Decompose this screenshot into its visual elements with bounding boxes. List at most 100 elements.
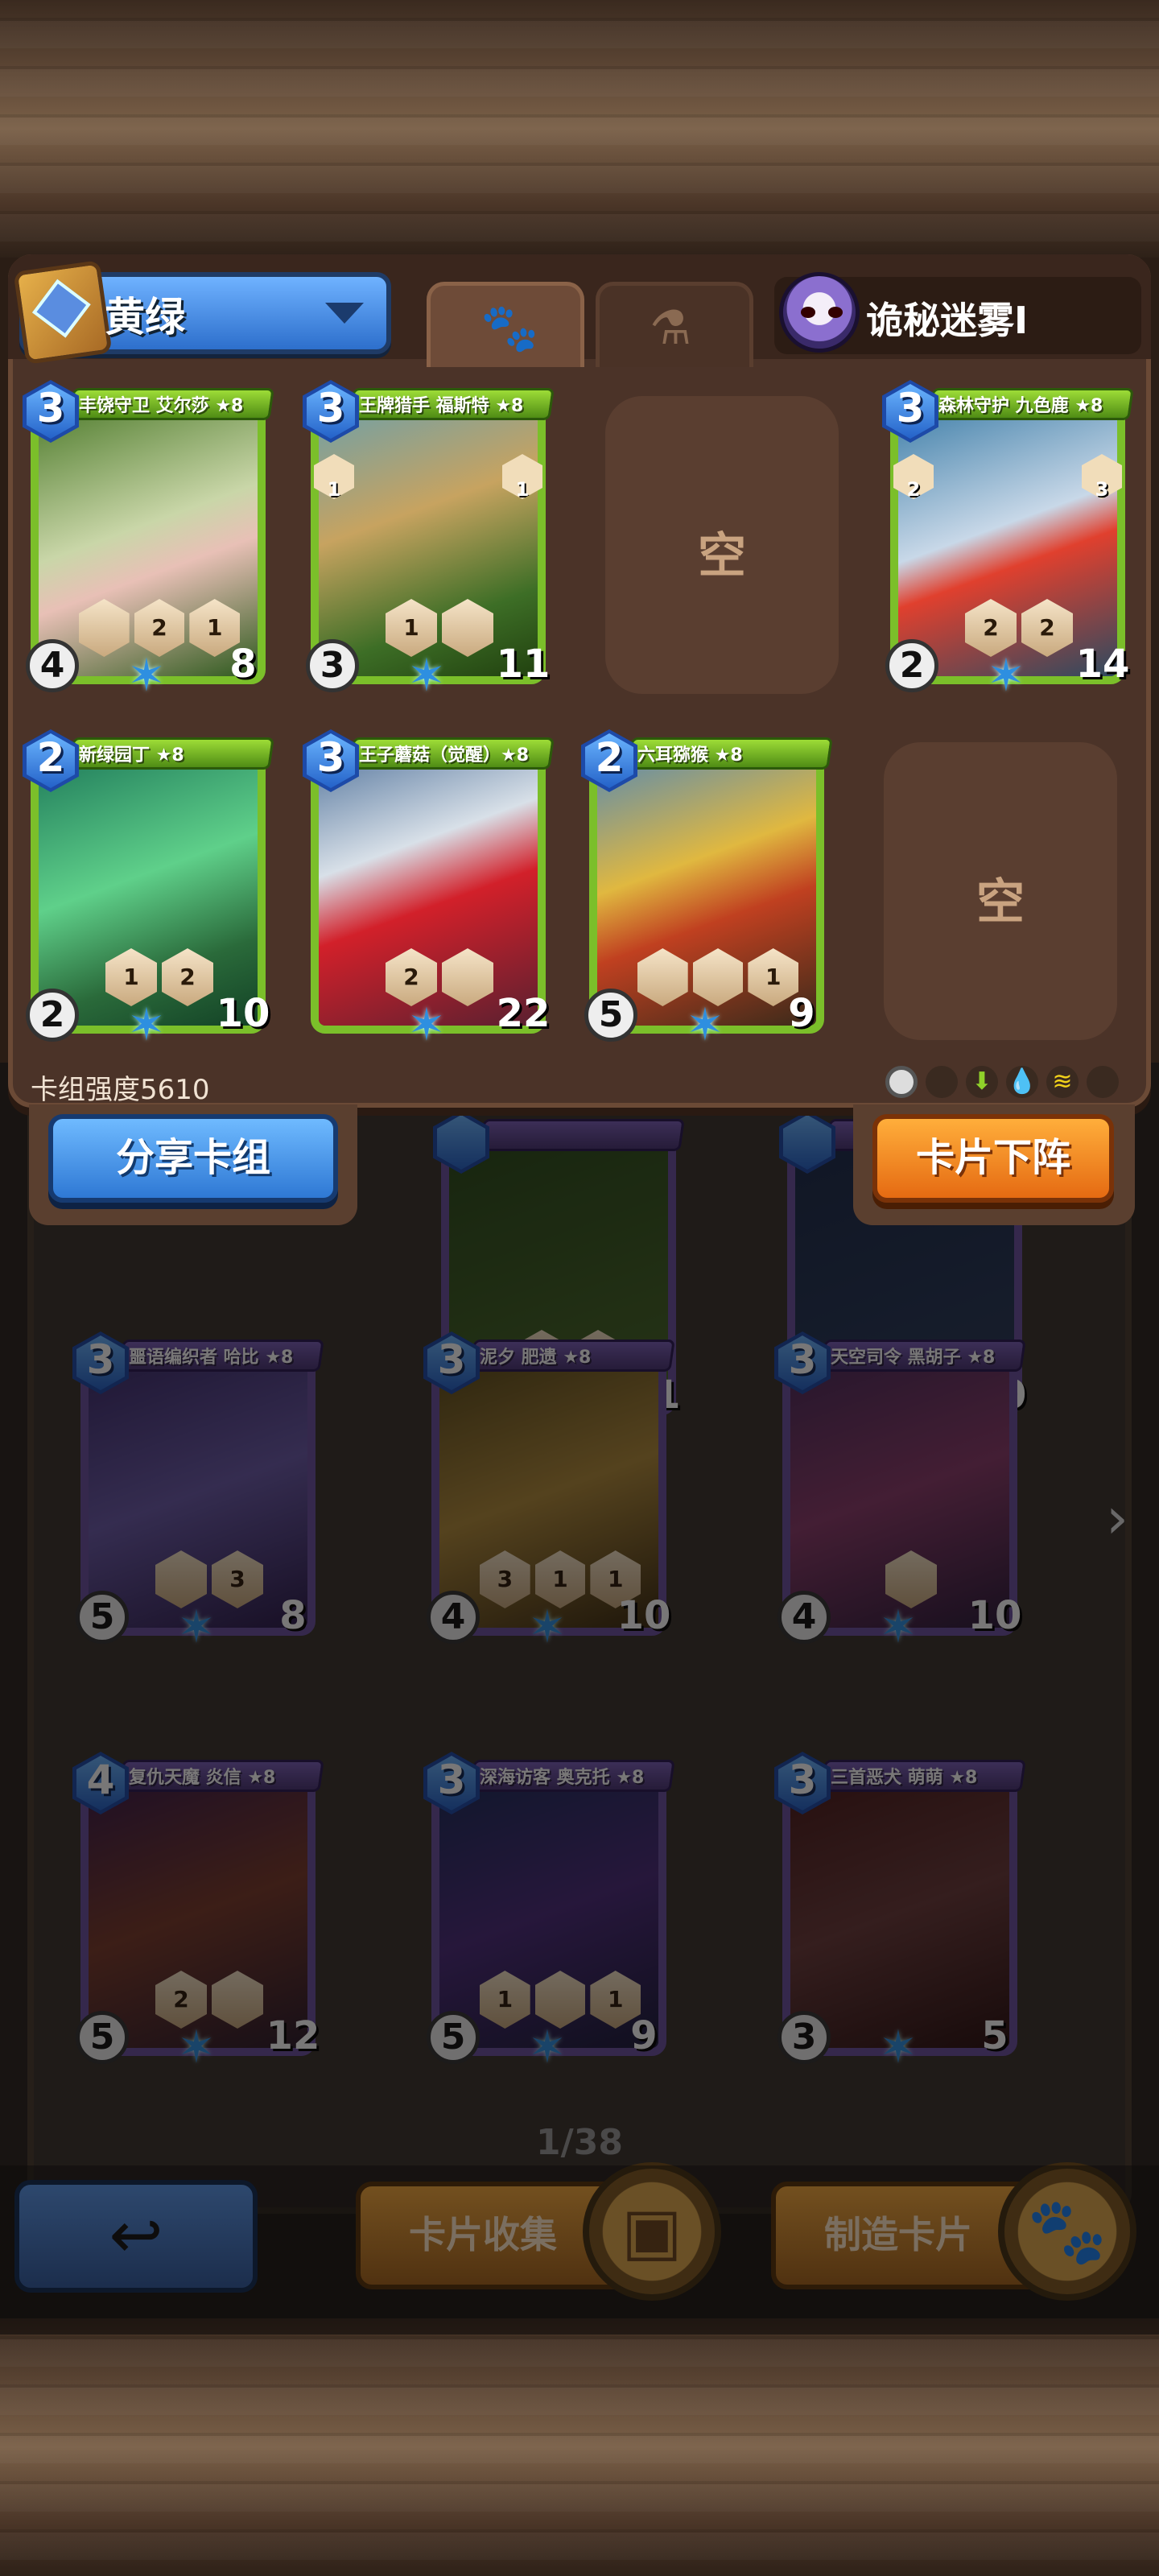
deck-strength: 卡组强度5610 bbox=[31, 1074, 210, 1106]
skill-icon bbox=[442, 948, 493, 1006]
skill-icon: 1 bbox=[386, 599, 437, 657]
card-attack: 5 bbox=[584, 989, 637, 1042]
card-cost: 3 bbox=[316, 734, 345, 781]
skill-icon bbox=[79, 599, 130, 657]
skill-icon: 1 bbox=[105, 948, 157, 1006]
skill-icon bbox=[534, 1971, 586, 2029]
card-title: 森林守护 九色鹿 ★8 bbox=[938, 396, 1103, 416]
star-badge-icon: ✶ bbox=[407, 650, 446, 702]
card-health: 9 bbox=[615, 2011, 673, 2064]
empty-slot-label: 空 bbox=[698, 528, 746, 584]
skill-icon bbox=[692, 948, 744, 1006]
next-page-arrow-icon[interactable]: › bbox=[1106, 1486, 1138, 1550]
skill-icon bbox=[885, 1550, 937, 1608]
skill-icon: 3 bbox=[212, 1550, 263, 1608]
card-health-value: 14 bbox=[1075, 642, 1130, 687]
skill-icon bbox=[442, 599, 493, 657]
card-cost: 3 bbox=[896, 385, 925, 431]
card-cost: 3 bbox=[788, 1336, 817, 1383]
card-attack: 2 bbox=[26, 989, 79, 1042]
card-health: 9 bbox=[773, 989, 831, 1042]
card-cost: 2 bbox=[36, 734, 65, 781]
card[interactable]: 深海访客 奥克托 ★8 3 1 1 5 9 ✶ bbox=[423, 1752, 675, 2072]
star-badge-icon: ✶ bbox=[407, 999, 446, 1051]
card-title: 噩语编织者 哈比 ★8 bbox=[129, 1348, 294, 1368]
wood-background-bottom bbox=[0, 2318, 1159, 2576]
star-badge-icon: ✶ bbox=[127, 999, 166, 1051]
card[interactable]: 复仇天魔 炎信 ★8 4 2 5 12 ✶ bbox=[72, 1752, 324, 2072]
hero-name: 诡秘迷雾I bbox=[866, 299, 1029, 342]
card[interactable]: 王牌猎手 福斯特 ★8 3 1 1 1 3 11 ✶ bbox=[303, 380, 555, 700]
card-health: 8 bbox=[264, 1591, 322, 1644]
card-cost: 3 bbox=[86, 1336, 115, 1383]
card[interactable]: 王子蘑菇（觉醒）★8 3 2 22 ✶ bbox=[303, 729, 555, 1050]
mana-color-dots: ⬇ 💧 ≋ bbox=[885, 1061, 1143, 1103]
skill-icon bbox=[155, 1550, 207, 1608]
card[interactable]: 六耳猕猴 ★8 2 1 5 9 ✶ bbox=[581, 729, 833, 1050]
empty-slot[interactable]: 空 bbox=[884, 742, 1117, 1040]
star-badge-icon: ✶ bbox=[879, 2021, 918, 2074]
card[interactable]: 丰饶守卫 艾尔莎 ★8 3 2 1 4 8 ✶ bbox=[23, 380, 274, 700]
card-cost: 3 bbox=[316, 385, 345, 431]
star-badge-icon: ✶ bbox=[987, 650, 1025, 702]
card[interactable]: 噩语编织者 哈比 ★8 3 3 5 8 ✶ bbox=[72, 1331, 324, 1652]
empty-slot[interactable]: 空 bbox=[605, 396, 839, 694]
card-cost: 4 bbox=[86, 1757, 115, 1803]
card[interactable]: 森林守护 九色鹿 ★8 3 2 3 2 2 2 14 ✶ bbox=[882, 380, 1134, 700]
card-title: 丰饶守卫 艾尔莎 ★8 bbox=[79, 396, 244, 416]
card-health: 10 bbox=[615, 1591, 673, 1644]
card-health: 12 bbox=[264, 2011, 322, 2064]
page-indicator: 1/38 bbox=[536, 2122, 623, 2163]
blue-drop-icon: 💧 bbox=[1006, 1066, 1038, 1098]
card-cost: 2 bbox=[595, 734, 624, 781]
card-title: 三首恶犬 萌萌 ★8 bbox=[831, 1768, 978, 1788]
green-arrow-icon: ⬇ bbox=[966, 1066, 998, 1098]
card-attack: 3 bbox=[306, 639, 359, 692]
card-health: 8 bbox=[214, 639, 272, 692]
skill-icon: 2 bbox=[965, 599, 1017, 657]
skill-icon: 3 bbox=[480, 1550, 530, 1608]
black-dot-icon bbox=[926, 1066, 958, 1098]
dark-dot-icon bbox=[1087, 1066, 1119, 1098]
bottom-dim-overlay bbox=[0, 2165, 1159, 2318]
paw-icon: 🐾 bbox=[481, 300, 539, 355]
card-title: 王子蘑菇（觉醒）★8 bbox=[359, 745, 530, 766]
card-attack: 5 bbox=[427, 2011, 480, 2064]
star-badge-icon: ✶ bbox=[177, 1601, 216, 1653]
empty-slot-label: 空 bbox=[976, 874, 1025, 931]
cost-gem-icon bbox=[783, 1115, 831, 1170]
tab-spells[interactable]: ⚗ bbox=[596, 282, 753, 367]
card-health-value: 12 bbox=[266, 2013, 320, 2058]
white-dot-icon bbox=[885, 1066, 918, 1098]
card[interactable]: 泥夕 肥遗 ★8 3 3 1 1 4 10 ✶ bbox=[423, 1331, 675, 1652]
tab-creatures[interactable]: 🐾 bbox=[427, 282, 584, 367]
deck-name: 黄绿 bbox=[105, 294, 185, 341]
star-badge-icon: ✶ bbox=[528, 1601, 567, 1653]
skill-icon: 2 bbox=[386, 948, 437, 1006]
card[interactable]: 三首恶犬 萌萌 ★8 3 3 5 ✶ bbox=[774, 1752, 1026, 2072]
skill-icon bbox=[212, 1971, 263, 2029]
card-title: 王牌猎手 福斯特 ★8 bbox=[359, 396, 524, 416]
card-attack: 4 bbox=[26, 639, 79, 692]
card-health: 10 bbox=[214, 989, 272, 1042]
hero-selector[interactable]: 诡秘迷雾I bbox=[774, 272, 1141, 354]
star-badge-icon: ✶ bbox=[686, 999, 724, 1051]
skill-icon: 2 bbox=[134, 599, 185, 657]
card-banner bbox=[479, 1119, 685, 1151]
card[interactable]: 天空司令 黑胡子 ★8 3 4 10 ✶ bbox=[774, 1331, 1026, 1652]
card-title: 新绿园丁 ★8 bbox=[79, 745, 184, 766]
card[interactable]: 新绿园丁 ★8 2 1 2 2 10 ✶ bbox=[23, 729, 274, 1050]
unsummon-card-button[interactable]: 卡片下阵 bbox=[872, 1114, 1114, 1203]
skill-icon: 2 bbox=[162, 948, 213, 1006]
deck-selector[interactable]: 黄绿 bbox=[13, 260, 391, 365]
share-deck-button[interactable]: 分享卡组 bbox=[48, 1114, 338, 1203]
skill-icon bbox=[637, 948, 688, 1006]
card-health-value: 10 bbox=[216, 991, 270, 1036]
card-health-value: 8 bbox=[279, 1593, 307, 1638]
card-title: 六耳猕猴 ★8 bbox=[637, 745, 743, 766]
card-health-value: 9 bbox=[630, 2013, 658, 2058]
card-health-value: 10 bbox=[617, 1593, 671, 1638]
card-title: 泥夕 肥遗 ★8 bbox=[480, 1348, 592, 1368]
card-health: 10 bbox=[966, 1591, 1024, 1644]
card-cost: 3 bbox=[437, 1757, 466, 1803]
